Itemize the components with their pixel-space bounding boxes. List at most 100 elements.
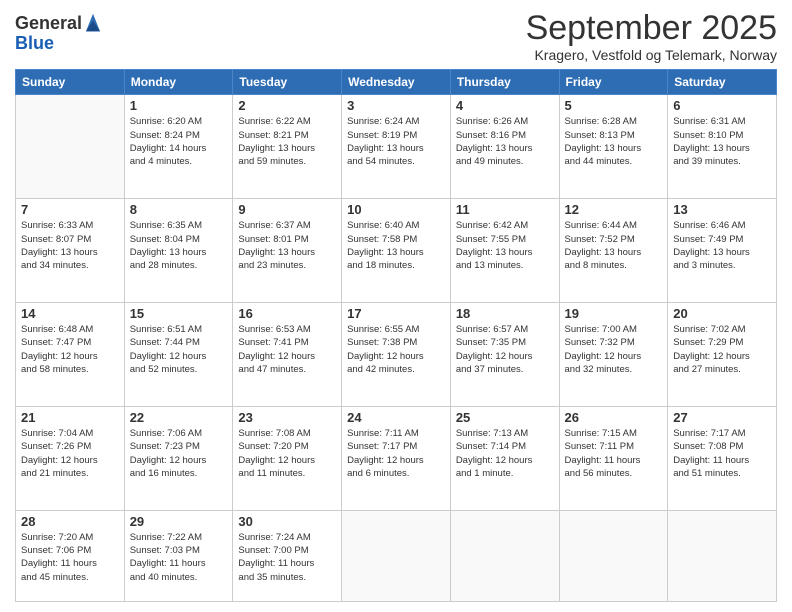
table-row: 17 Sunrise: 6:55 AMSunset: 7:38 PMDayligh… bbox=[342, 303, 451, 407]
day-number: 16 bbox=[238, 306, 336, 321]
day-number: 20 bbox=[673, 306, 771, 321]
day-number: 13 bbox=[673, 202, 771, 217]
day-number: 22 bbox=[130, 410, 228, 425]
calendar-table: Sunday Monday Tuesday Wednesday Thursday… bbox=[15, 69, 777, 602]
cell-info: Sunrise: 6:37 AMSunset: 8:01 PMDaylight:… bbox=[238, 219, 336, 272]
table-row: 15 Sunrise: 6:51 AMSunset: 7:44 PMDayligh… bbox=[124, 303, 233, 407]
cell-info: Sunrise: 7:17 AMSunset: 7:08 PMDaylight:… bbox=[673, 427, 771, 480]
table-row: 3 Sunrise: 6:24 AMSunset: 8:19 PMDaylight… bbox=[342, 95, 451, 199]
cell-info: Sunrise: 6:40 AMSunset: 7:58 PMDaylight:… bbox=[347, 219, 445, 272]
day-number: 18 bbox=[456, 306, 554, 321]
title-block: September 2025 Kragero, Vestfold og Tele… bbox=[526, 10, 777, 63]
day-number: 6 bbox=[673, 98, 771, 113]
table-row: 27Sunrise: 7:17 AMSunset: 7:08 PMDayligh… bbox=[668, 406, 777, 510]
cell-info: Sunrise: 6:24 AMSunset: 8:19 PMDaylight:… bbox=[347, 115, 445, 168]
cell-info: Sunrise: 7:06 AMSunset: 7:23 PMDaylight:… bbox=[130, 427, 228, 480]
cell-info: Sunrise: 6:48 AMSunset: 7:47 PMDaylight:… bbox=[21, 323, 119, 376]
table-row: 13 Sunrise: 6:46 AMSunset: 7:49 PMDayligh… bbox=[668, 199, 777, 303]
cell-info: Sunrise: 7:08 AMSunset: 7:20 PMDaylight:… bbox=[238, 427, 336, 480]
day-number: 8 bbox=[130, 202, 228, 217]
col-monday: Monday bbox=[124, 70, 233, 95]
day-number: 14 bbox=[21, 306, 119, 321]
cell-info: Sunrise: 7:04 AMSunset: 7:26 PMDaylight:… bbox=[21, 427, 119, 480]
header: General Blue September 2025 Kragero, Ves… bbox=[15, 10, 777, 63]
day-number: 5 bbox=[565, 98, 663, 113]
cell-info: Sunrise: 6:26 AMSunset: 8:16 PMDaylight:… bbox=[456, 115, 554, 168]
day-number: 2 bbox=[238, 98, 336, 113]
table-row: 25 Sunrise: 7:13 AMSunset: 7:14 PMDayligh… bbox=[450, 406, 559, 510]
table-row: 18 Sunrise: 6:57 AMSunset: 7:35 PMDayligh… bbox=[450, 303, 559, 407]
table-row: 1 Sunrise: 6:20 AMSunset: 8:24 PMDaylight… bbox=[124, 95, 233, 199]
table-row: 10 Sunrise: 6:40 AMSunset: 7:58 PMDayligh… bbox=[342, 199, 451, 303]
table-row: 22 Sunrise: 7:06 AMSunset: 7:23 PMDayligh… bbox=[124, 406, 233, 510]
cell-info: Sunrise: 6:51 AMSunset: 7:44 PMDaylight:… bbox=[130, 323, 228, 376]
day-number: 17 bbox=[347, 306, 445, 321]
table-row: 2 Sunrise: 6:22 AMSunset: 8:21 PMDaylight… bbox=[233, 95, 342, 199]
cell-info: Sunrise: 6:35 AMSunset: 8:04 PMDaylight:… bbox=[130, 219, 228, 272]
table-row: 21 Sunrise: 7:04 AMSunset: 7:26 PMDayligh… bbox=[16, 406, 125, 510]
table-row bbox=[16, 95, 125, 199]
cell-info: Sunrise: 7:24 AMSunset: 7:00 PMDaylight:… bbox=[238, 531, 336, 584]
table-row: 20 Sunrise: 7:02 AMSunset: 7:29 PMDayligh… bbox=[668, 303, 777, 407]
subtitle: Kragero, Vestfold og Telemark, Norway bbox=[526, 47, 777, 63]
day-number: 3 bbox=[347, 98, 445, 113]
header-row: Sunday Monday Tuesday Wednesday Thursday… bbox=[16, 70, 777, 95]
cell-info: Sunrise: 6:55 AMSunset: 7:38 PMDaylight:… bbox=[347, 323, 445, 376]
cell-info: Sunrise: 7:15 AMSunset: 7:11 PMDaylight:… bbox=[565, 427, 663, 480]
table-row: 29 Sunrise: 7:22 AMSunset: 7:03 PMDayligh… bbox=[124, 510, 233, 601]
cell-info: Sunrise: 6:46 AMSunset: 7:49 PMDaylight:… bbox=[673, 219, 771, 272]
table-row: 6 Sunrise: 6:31 AMSunset: 8:10 PMDaylight… bbox=[668, 95, 777, 199]
cell-info: Sunrise: 7:13 AMSunset: 7:14 PMDaylight:… bbox=[456, 427, 554, 480]
col-sunday: Sunday bbox=[16, 70, 125, 95]
day-number: 12 bbox=[565, 202, 663, 217]
table-row: 14 Sunrise: 6:48 AMSunset: 7:47 PMDayligh… bbox=[16, 303, 125, 407]
table-row: 9 Sunrise: 6:37 AMSunset: 8:01 PMDaylight… bbox=[233, 199, 342, 303]
table-row: 12 Sunrise: 6:44 AMSunset: 7:52 PMDayligh… bbox=[559, 199, 668, 303]
table-row: 24 Sunrise: 7:11 AMSunset: 7:17 PMDayligh… bbox=[342, 406, 451, 510]
cell-info: Sunrise: 6:42 AMSunset: 7:55 PMDaylight:… bbox=[456, 219, 554, 272]
col-friday: Friday bbox=[559, 70, 668, 95]
table-row: 8 Sunrise: 6:35 AMSunset: 8:04 PMDaylight… bbox=[124, 199, 233, 303]
cell-info: Sunrise: 6:33 AMSunset: 8:07 PMDaylight:… bbox=[21, 219, 119, 272]
cell-info: Sunrise: 7:20 AMSunset: 7:06 PMDaylight:… bbox=[21, 531, 119, 584]
day-number: 21 bbox=[21, 410, 119, 425]
table-row: 16 Sunrise: 6:53 AMSunset: 7:41 PMDayligh… bbox=[233, 303, 342, 407]
day-number: 11 bbox=[456, 202, 554, 217]
cell-info: Sunrise: 6:28 AMSunset: 8:13 PMDaylight:… bbox=[565, 115, 663, 168]
logo-icon bbox=[84, 12, 102, 34]
day-number: 4 bbox=[456, 98, 554, 113]
table-row: 30Sunrise: 7:24 AMSunset: 7:00 PMDayligh… bbox=[233, 510, 342, 601]
cell-info: Sunrise: 6:57 AMSunset: 7:35 PMDaylight:… bbox=[456, 323, 554, 376]
logo-text: General Blue bbox=[15, 14, 102, 54]
logo: General Blue bbox=[15, 14, 102, 54]
col-saturday: Saturday bbox=[668, 70, 777, 95]
cell-info: Sunrise: 6:31 AMSunset: 8:10 PMDaylight:… bbox=[673, 115, 771, 168]
table-row bbox=[668, 510, 777, 601]
cell-info: Sunrise: 6:20 AMSunset: 8:24 PMDaylight:… bbox=[130, 115, 228, 168]
day-number: 25 bbox=[456, 410, 554, 425]
table-row bbox=[450, 510, 559, 601]
day-number: 29 bbox=[130, 514, 228, 529]
logo-general: General bbox=[15, 14, 82, 34]
day-number: 1 bbox=[130, 98, 228, 113]
logo-blue: Blue bbox=[15, 34, 102, 54]
day-number: 9 bbox=[238, 202, 336, 217]
table-row: 4 Sunrise: 6:26 AMSunset: 8:16 PMDaylight… bbox=[450, 95, 559, 199]
cell-info: Sunrise: 7:22 AMSunset: 7:03 PMDaylight:… bbox=[130, 531, 228, 584]
day-number: 15 bbox=[130, 306, 228, 321]
cell-info: Sunrise: 7:11 AMSunset: 7:17 PMDaylight:… bbox=[347, 427, 445, 480]
cell-info: Sunrise: 6:53 AMSunset: 7:41 PMDaylight:… bbox=[238, 323, 336, 376]
cell-info: Sunrise: 7:02 AMSunset: 7:29 PMDaylight:… bbox=[673, 323, 771, 376]
table-row: 7 Sunrise: 6:33 AMSunset: 8:07 PMDaylight… bbox=[16, 199, 125, 303]
day-number: 10 bbox=[347, 202, 445, 217]
cell-info: Sunrise: 6:22 AMSunset: 8:21 PMDaylight:… bbox=[238, 115, 336, 168]
day-number: 23 bbox=[238, 410, 336, 425]
month-title: September 2025 bbox=[526, 10, 777, 47]
col-wednesday: Wednesday bbox=[342, 70, 451, 95]
table-row: 26Sunrise: 7:15 AMSunset: 7:11 PMDayligh… bbox=[559, 406, 668, 510]
cell-info: Sunrise: 6:44 AMSunset: 7:52 PMDaylight:… bbox=[565, 219, 663, 272]
table-row: 28Sunrise: 7:20 AMSunset: 7:06 PMDayligh… bbox=[16, 510, 125, 601]
page: General Blue September 2025 Kragero, Ves… bbox=[0, 0, 792, 612]
day-number: 7 bbox=[21, 202, 119, 217]
day-number: 24 bbox=[347, 410, 445, 425]
